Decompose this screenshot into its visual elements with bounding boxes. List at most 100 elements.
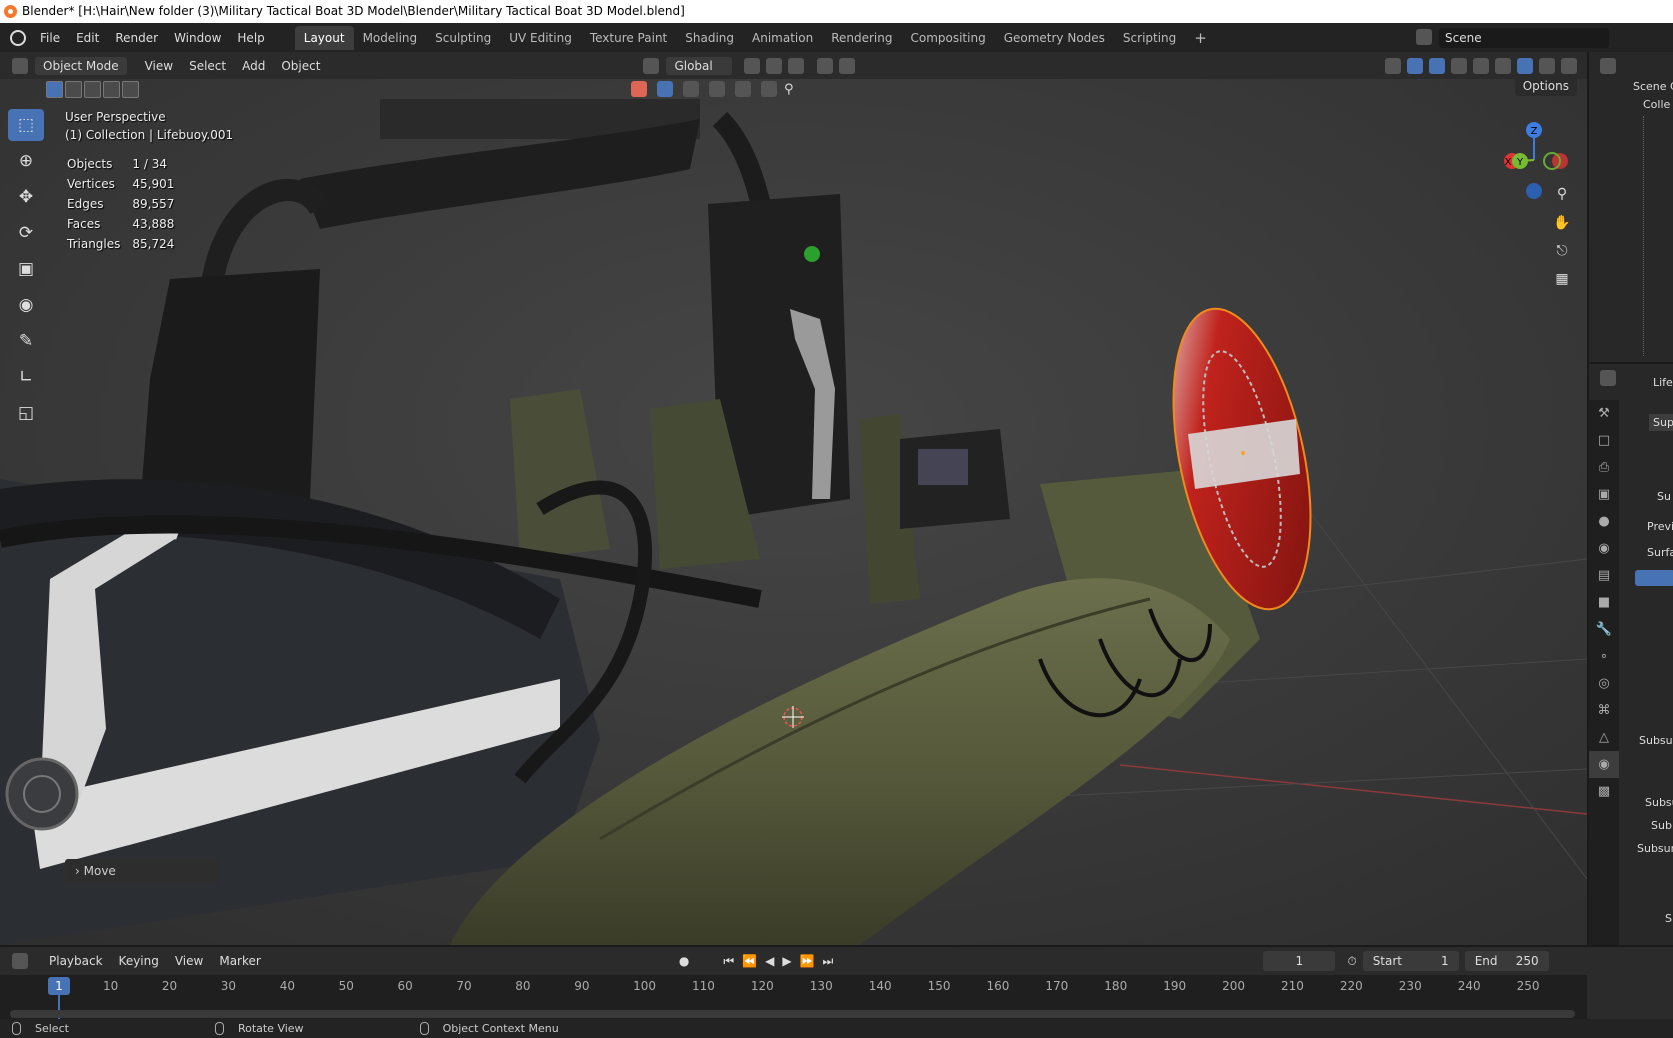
3d-viewport[interactable]: ⚲ Options User Perspective (1) Collectio… [0, 79, 1587, 945]
timeline-editor-icon[interactable] [12, 953, 28, 969]
timeline-menu-playback[interactable]: Playback [41, 951, 111, 971]
surface-panel-header[interactable]: Surfa [1647, 546, 1673, 559]
frame-start-field[interactable]: Start 1 [1362, 951, 1459, 971]
timeline-menu-marker[interactable]: Marker [211, 951, 268, 971]
menu-render[interactable]: Render [107, 31, 166, 45]
editor-type-icon[interactable] [12, 57, 28, 74]
play-reverse-icon[interactable]: ◀ [765, 954, 774, 968]
shader-selector[interactable]: Su [1657, 490, 1671, 503]
viewport-menu-select[interactable]: Select [181, 56, 234, 76]
select-subtract-icon[interactable] [84, 81, 101, 98]
select-invert-icon[interactable] [103, 81, 120, 98]
outliner-collection[interactable]: Colle [1643, 98, 1670, 111]
wireframe-shading-icon[interactable] [1473, 57, 1489, 74]
tab-scripting[interactable]: Scripting [1114, 26, 1185, 50]
jump-start-icon[interactable]: ⏮ [723, 954, 734, 969]
play-icon[interactable]: ▶ [782, 954, 791, 968]
collection-tab-icon[interactable]: ▤ [1589, 562, 1619, 589]
pan-hand-icon[interactable]: ✋ [1548, 210, 1576, 236]
scene-icon[interactable] [1416, 29, 1432, 45]
viewport-menu-add[interactable]: Add [234, 56, 273, 76]
tab-compositing[interactable]: Compositing [901, 26, 994, 50]
falloff-icon[interactable] [839, 57, 856, 74]
material-tab-icon[interactable]: ◉ [1589, 751, 1619, 778]
xray-icon[interactable] [1451, 57, 1467, 74]
snap-icon[interactable] [766, 57, 783, 74]
preview-panel-header[interactable]: Previ [1647, 520, 1673, 533]
measure-tool-icon[interactable]: ∟ [8, 361, 44, 393]
select-new-icon[interactable] [46, 81, 63, 98]
pivot-icon[interactable] [744, 57, 761, 74]
physics-tab-icon[interactable]: ◎ [1589, 670, 1619, 697]
tab-sculpting[interactable]: Sculpting [426, 26, 500, 50]
camera-view-icon[interactable]: ⎋ [1548, 238, 1576, 264]
frame-end-field[interactable]: End 250 [1464, 951, 1549, 971]
properties-editor-icon[interactable] [1600, 370, 1616, 386]
tool-tab-icon[interactable]: ⚒ [1589, 400, 1619, 427]
menu-window[interactable]: Window [166, 31, 229, 45]
transform-tool-icon[interactable]: ◉ [8, 289, 44, 321]
timeline-ruler[interactable]: 10 20 30 40 50 60 70 80 90 100 110 120 130 140 150 160 1… [0, 975, 1587, 1021]
material-preview-icon[interactable] [1517, 57, 1533, 74]
output-tab-icon[interactable]: ⎙ [1589, 454, 1619, 481]
world-tab-icon[interactable]: ◉ [1589, 535, 1619, 562]
camera-filter-icon[interactable] [735, 81, 751, 97]
menu-edit[interactable]: Edit [68, 31, 107, 45]
data-tab-icon[interactable]: △ [1589, 724, 1619, 751]
move-tool-icon[interactable]: ✥ [8, 181, 44, 213]
blender-menu-icon[interactable] [10, 29, 26, 46]
operator-redo-panel[interactable]: › Move [65, 859, 220, 883]
zoom-icon[interactable]: ⚲ [1548, 181, 1576, 207]
tab-texture-paint[interactable]: Texture Paint [581, 26, 676, 50]
view-layer-tab-icon[interactable]: ▣ [1589, 481, 1619, 508]
snap-target-icon[interactable] [788, 57, 805, 74]
jump-end-icon[interactable]: ⏭ [823, 954, 834, 969]
tab-geometry-nodes[interactable]: Geometry Nodes [995, 26, 1114, 50]
timeline-menu-keying[interactable]: Keying [111, 951, 167, 971]
tab-uv-editing[interactable]: UV Editing [500, 26, 581, 50]
material-slot[interactable]: Sup [1649, 414, 1673, 431]
object-name-field[interactable]: Lifeb [1653, 376, 1673, 389]
object-type-visibility-icon[interactable] [631, 81, 647, 97]
search-icon[interactable]: ⚲ [784, 82, 794, 97]
object-tab-icon[interactable]: ■ [1589, 589, 1619, 616]
options-dropdown[interactable]: Options [1514, 79, 1577, 96]
scale-tool-icon[interactable]: ▣ [8, 253, 44, 285]
mode-dropdown[interactable]: Object Mode [35, 56, 127, 75]
visibility-icon[interactable] [1385, 57, 1401, 74]
select-box-tool-icon[interactable]: ⬚ [8, 109, 44, 141]
particles-tab-icon[interactable]: ∘ [1589, 643, 1619, 670]
menu-help[interactable]: Help [229, 31, 272, 45]
prev-keyframe-icon[interactable]: ⏪ [742, 954, 757, 968]
empty-filter-icon[interactable] [761, 81, 777, 97]
playhead-frame[interactable]: 1 [48, 977, 70, 995]
timeline-menu-view[interactable]: View [167, 951, 211, 971]
constraints-tab-icon[interactable]: ⌘ [1589, 697, 1619, 724]
stopwatch-icon[interactable]: ⏱ [1347, 954, 1356, 969]
curve-filter-icon[interactable] [683, 81, 699, 97]
solid-shading-icon[interactable] [1495, 57, 1511, 74]
tab-shading[interactable]: Shading [676, 26, 743, 50]
texture-tab-icon[interactable]: ▩ [1589, 778, 1619, 805]
render-tab-icon[interactable]: □ [1589, 427, 1619, 454]
add-cube-tool-icon[interactable]: ◱ [8, 397, 44, 429]
mesh-filter-icon[interactable] [657, 81, 673, 97]
overlay-toggle-icon[interactable] [1429, 57, 1445, 74]
viewport-menu-view[interactable]: View [137, 56, 181, 76]
select-intersect-icon[interactable] [122, 81, 139, 98]
gizmo-neg-z[interactable] [1526, 183, 1542, 199]
viewport-menu-object[interactable]: Object [273, 56, 328, 76]
record-keyframe-icon[interactable]: ● [679, 954, 689, 968]
proportional-edit-icon[interactable] [817, 57, 834, 74]
select-extend-icon[interactable] [65, 81, 82, 98]
annotate-tool-icon[interactable]: ✎ [8, 325, 44, 357]
scene-name-field[interactable]: Scene [1439, 27, 1609, 48]
current-frame-field[interactable]: 1 [1263, 951, 1336, 971]
shading-options-icon[interactable] [1561, 57, 1577, 74]
navigation-gizmo[interactable]: Z X Y [1490, 99, 1587, 259]
orientation-dropdown[interactable]: Global [666, 56, 733, 75]
light-filter-icon[interactable] [709, 81, 725, 97]
tab-layout[interactable]: Layout [294, 25, 354, 50]
tab-modeling[interactable]: Modeling [354, 26, 427, 50]
outliner-editor-icon[interactable] [1600, 58, 1616, 74]
